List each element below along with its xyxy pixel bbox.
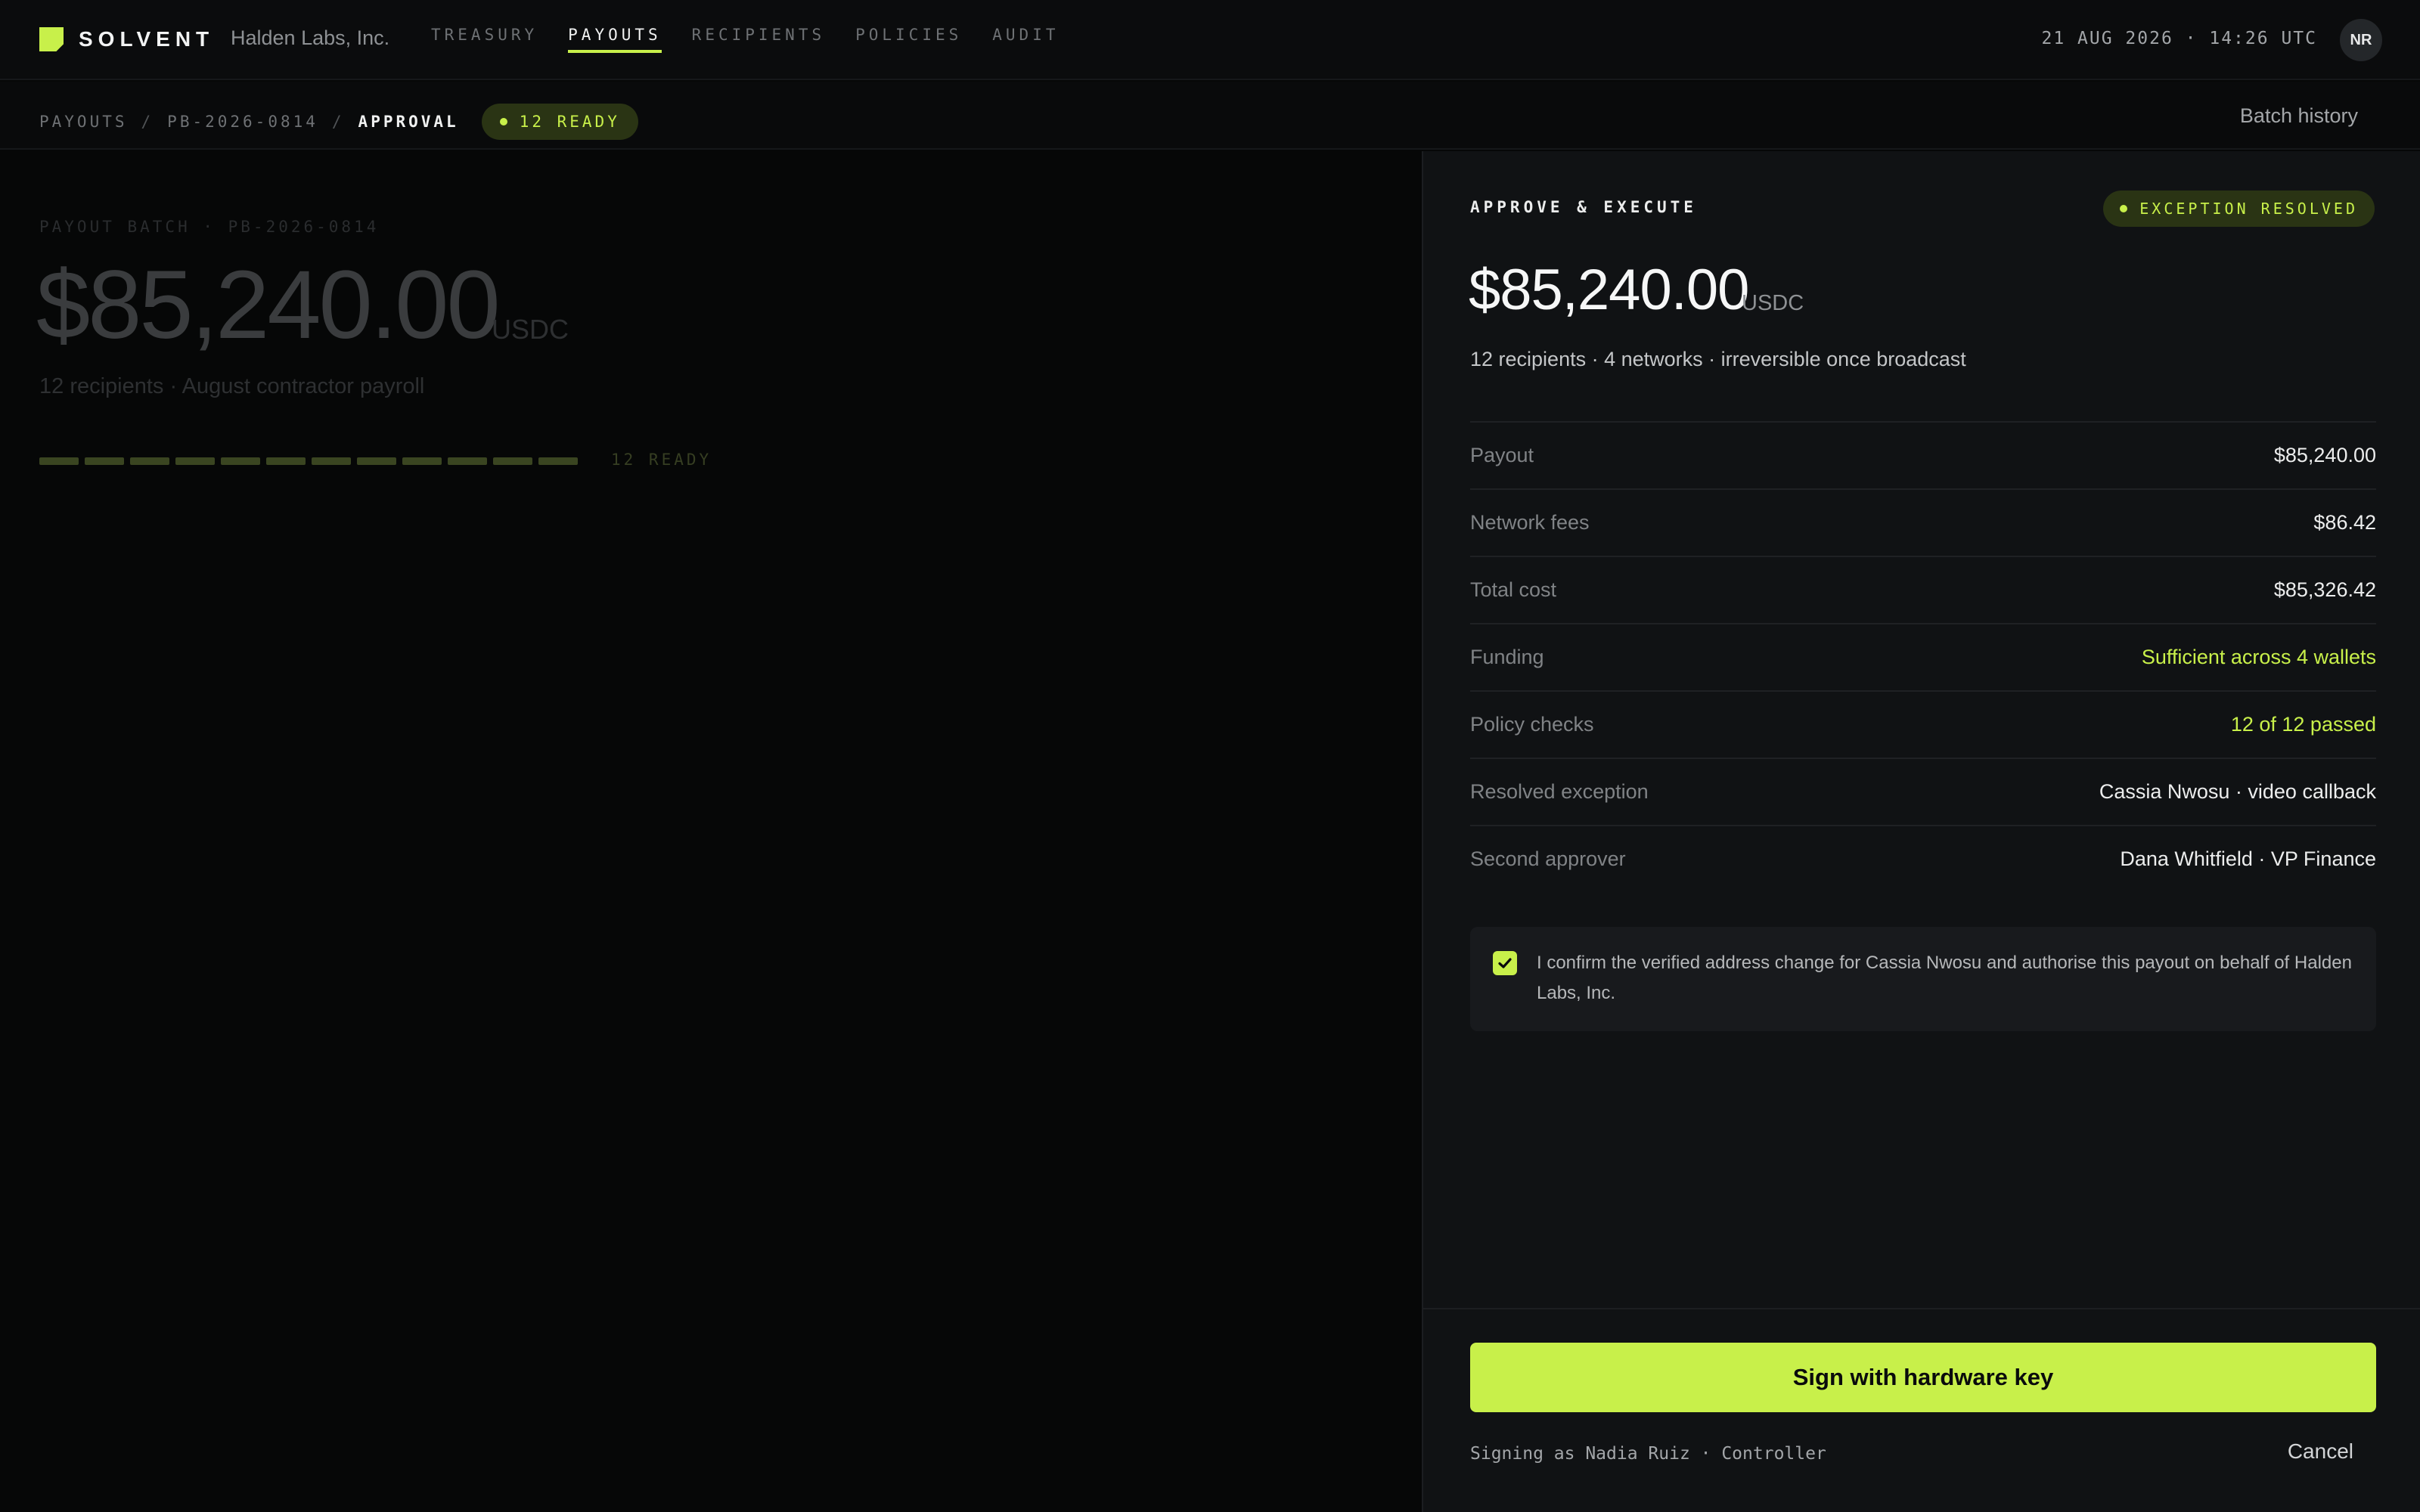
exception-badge: EXCEPTION RESOLVED xyxy=(2103,191,2375,227)
row-value: $85,326.42 xyxy=(2273,578,2376,601)
summary-row-payout: Payout $85,240.00 xyxy=(1470,421,2376,488)
panel-amount: $85,240.00 xyxy=(1469,258,1749,322)
confirm-text[interactable]: I confirm the verified address change fo… xyxy=(1537,948,2353,1009)
exception-badge-label: EXCEPTION RESOLVED xyxy=(2139,200,2358,218)
confirm-box: I confirm the verified address change fo… xyxy=(1470,927,2376,1031)
badge-dot-icon xyxy=(2120,205,2128,212)
panel-subtitle: 12 recipients · 4 networks · irreversibl… xyxy=(1470,348,1966,370)
sign-hardware-key-button[interactable]: Sign with hardware key xyxy=(1470,1343,2376,1412)
ready-segment xyxy=(130,457,169,465)
ready-segment xyxy=(448,457,487,465)
batch-subtitle: 12 recipients · August contractor payrol… xyxy=(39,374,425,398)
status-badge: 12 READY xyxy=(481,104,638,140)
sub-bar: PAYOUTS / PB-2026-0814 / APPROVAL 12 REA… xyxy=(0,82,2420,150)
ready-segment xyxy=(175,457,215,465)
summary-table: Payout $85,240.00 Network fees $86.42 To… xyxy=(1470,421,2376,892)
batch-history-link[interactable]: Batch history xyxy=(2240,104,2358,128)
row-value: Sufficient across 4 wallets xyxy=(2141,646,2376,668)
logo-icon xyxy=(39,27,64,51)
ready-progress xyxy=(39,457,584,465)
row-key: Resolved exception xyxy=(1470,780,1649,803)
cancel-button[interactable]: Cancel xyxy=(2288,1439,2353,1464)
signing-as: Signing as Nadia Ruiz · Controller xyxy=(1470,1444,1826,1464)
batch-currency: USDC xyxy=(492,314,569,345)
row-key: Funding xyxy=(1470,646,1544,668)
datetime: 21 AUG 2026 · 14:26 UTC xyxy=(2041,29,2317,48)
row-value: $85,240.00 xyxy=(2273,444,2376,466)
batch-amount: $85,240.00 xyxy=(36,251,501,359)
ready-segment xyxy=(357,457,396,465)
row-key: Policy checks xyxy=(1470,713,1594,736)
brand[interactable]: SOLVENT xyxy=(39,27,214,51)
ready-segment xyxy=(402,457,442,465)
ready-segment xyxy=(266,457,306,465)
checkmark-icon xyxy=(1498,958,1512,968)
breadcrumb-separator: / xyxy=(331,113,345,131)
summary-row-total-cost: Total cost $85,326.42 xyxy=(1470,556,2376,623)
panel-currency: USDC xyxy=(1742,291,1804,315)
nav-item-recipients[interactable]: RECIPIENTS xyxy=(692,26,825,53)
breadcrumb: PAYOUTS / PB-2026-0814 / APPROVAL 12 REA… xyxy=(39,104,638,140)
summary-row-network-fees: Network fees $86.42 xyxy=(1470,488,2376,556)
nav-item-audit[interactable]: AUDIT xyxy=(992,26,1059,53)
ready-segment xyxy=(85,457,124,465)
ready-label: 12 READY xyxy=(611,451,712,469)
background-overview: PAYOUT BATCH · PB-2026-0814 $85,240.00 U… xyxy=(0,151,1422,1512)
main-nav: TREASURY PAYOUTS RECIPIENTS POLICIES AUD… xyxy=(431,26,1089,53)
breadcrumb-payouts[interactable]: PAYOUTS xyxy=(39,113,128,131)
ready-segment xyxy=(312,457,351,465)
avatar[interactable]: NR xyxy=(2340,19,2382,61)
ready-segment xyxy=(39,457,79,465)
batch-label: PAYOUT BATCH · PB-2026-0814 xyxy=(39,218,380,236)
summary-row-resolved-exception: Resolved exception Cassia Nwosu · video … xyxy=(1470,758,2376,825)
row-key: Network fees xyxy=(1470,511,1590,534)
ready-segment xyxy=(221,457,260,465)
summary-row-policy-checks: Policy checks 12 of 12 passed xyxy=(1470,690,2376,758)
panel-title: APPROVE & EXECUTE xyxy=(1470,198,1697,216)
row-key: Second approver xyxy=(1470,847,1626,870)
approve-panel: APPROVE & EXECUTE EXCEPTION RESOLVED $85… xyxy=(1422,151,2420,1512)
nav-item-policies[interactable]: POLICIES xyxy=(855,26,962,53)
panel-footer: Sign with hardware key Signing as Nadia … xyxy=(1423,1308,2420,1512)
row-value: Dana Whitfield · VP Finance xyxy=(2120,847,2376,870)
nav-item-payouts[interactable]: PAYOUTS xyxy=(568,26,662,53)
confirm-checkbox[interactable] xyxy=(1493,951,1517,975)
breadcrumb-batch[interactable]: PB-2026-0814 xyxy=(167,113,318,131)
summary-row-funding: Funding Sufficient across 4 wallets xyxy=(1470,623,2376,690)
status-badge-label: 12 READY xyxy=(519,113,620,131)
org-name[interactable]: Halden Labs, Inc. xyxy=(231,26,389,50)
row-key: Payout xyxy=(1470,444,1534,466)
nav-item-treasury[interactable]: TREASURY xyxy=(431,26,538,53)
ready-segment xyxy=(493,457,532,465)
summary-row-second-approver: Second approver Dana Whitfield · VP Fina… xyxy=(1470,825,2376,892)
row-value: $86.42 xyxy=(2313,511,2376,534)
top-bar: SOLVENT Halden Labs, Inc. TREASURY PAYOU… xyxy=(0,0,2420,80)
brand-name: SOLVENT xyxy=(79,27,215,51)
status-dot-icon xyxy=(499,118,507,125)
row-value: Cassia Nwosu · video callback xyxy=(2099,780,2376,803)
ready-segment xyxy=(538,457,578,465)
breadcrumb-current: APPROVAL xyxy=(358,113,459,131)
row-value: 12 of 12 passed xyxy=(2230,713,2376,736)
breadcrumb-separator: / xyxy=(141,113,154,131)
row-key: Total cost xyxy=(1470,578,1557,601)
